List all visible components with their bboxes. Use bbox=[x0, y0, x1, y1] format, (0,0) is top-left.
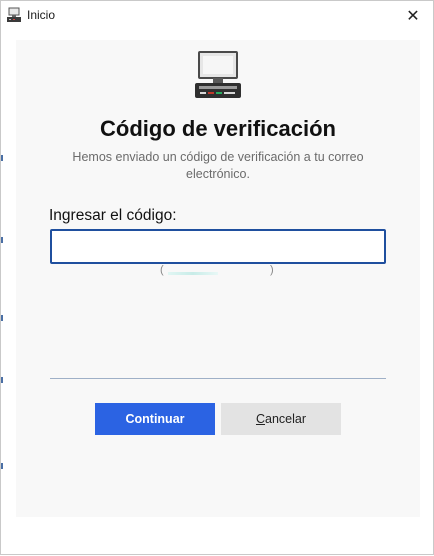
instruction-text: Hemos enviado un código de verificación … bbox=[72, 150, 364, 181]
continue-button[interactable]: Continuar bbox=[95, 403, 215, 435]
cancel-mnemonic: C bbox=[255, 412, 266, 426]
background-window-edge bbox=[1, 31, 3, 556]
close-icon: ✕ bbox=[406, 8, 420, 25]
verification-code-input[interactable] bbox=[50, 229, 386, 264]
progress-track bbox=[168, 272, 268, 275]
cancel-button[interactable]: Cancelar bbox=[221, 403, 341, 435]
verification-panel: Código de verificación Hemos enviado un … bbox=[16, 40, 420, 517]
loading-indicator: ( ) bbox=[160, 264, 276, 280]
computer-terminal-icon bbox=[195, 51, 241, 98]
page-title: Código de verificación bbox=[100, 116, 336, 141]
cancel-label: ancelar bbox=[265, 412, 307, 426]
progress-close-paren: ) bbox=[270, 264, 274, 276]
divider bbox=[50, 378, 386, 379]
computer-terminal-icon bbox=[7, 7, 21, 22]
code-field-label: Ingresar el código: bbox=[49, 207, 177, 224]
progress-fill bbox=[168, 272, 218, 275]
window-title: Inicio bbox=[27, 8, 56, 22]
dialog-window: Inicio ✕ Código de verificación Hemos en… bbox=[0, 0, 434, 555]
title-bar[interactable]: Inicio ✕ bbox=[1, 1, 433, 31]
close-button[interactable]: ✕ bbox=[393, 1, 433, 31]
progress-open-paren: ( bbox=[160, 264, 164, 276]
